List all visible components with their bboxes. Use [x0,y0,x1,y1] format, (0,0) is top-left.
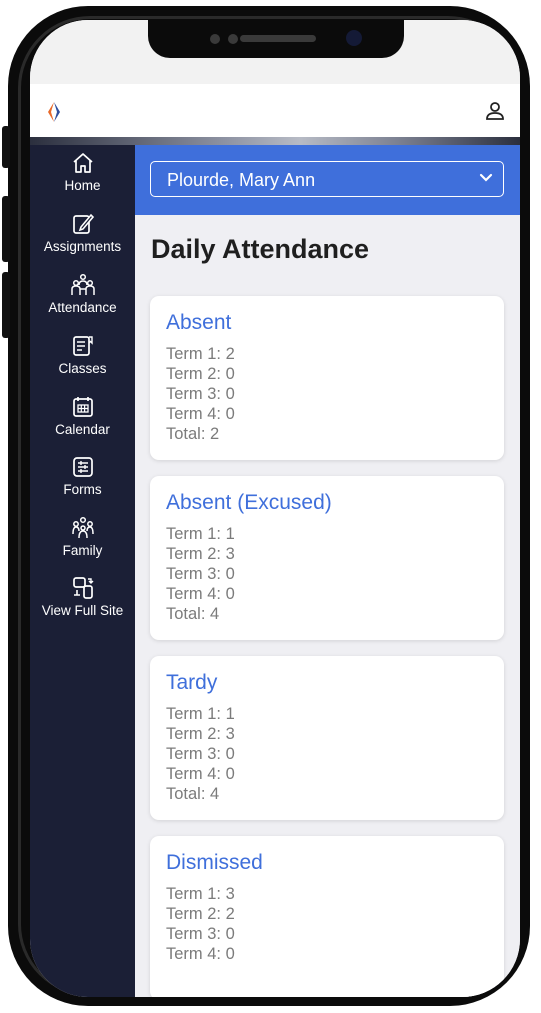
attendance-card-absent-excused: Absent (Excused) Term 1: 1 Term 2: 3 Ter… [150,476,504,640]
student-selector-bar: Plourde, Mary Ann [135,145,520,215]
sidebar-item-label: Family [62,543,103,558]
sidebar-item-calendar[interactable]: Calendar [30,395,135,438]
family-icon [71,516,94,539]
phone-screen: Home Assignments Attendance Classes Cale… [30,20,520,997]
sidebar-item-classes[interactable]: Classes [30,334,135,377]
brand-logo-icon[interactable] [45,101,63,128]
sidebar-item-label: Home [64,178,101,193]
sidebar-item-home[interactable]: Home [30,151,135,194]
home-icon [72,153,93,173]
card-term-list: Term 1: 1 Term 2: 3 Term 3: 0 Term 4: 0 … [166,524,235,624]
sidebar-item-label: Attendance [48,300,117,315]
term-line: Term 3: 0 [166,745,235,763]
sidebar-item-family[interactable]: Family [30,516,135,559]
term-line: Term 1: 3 [166,885,235,903]
people-icon [70,273,95,295]
term-line: Term 3: 0 [166,925,235,943]
card-term-list: Term 1: 2 Term 2: 0 Term 3: 0 Term 4: 0 … [166,344,235,444]
pencil-paper-icon [72,213,94,234]
total-line: Total: 4 [166,605,220,623]
header-divider [30,137,520,145]
card-term-list: Term 1: 1 Term 2: 3 Term 3: 0 Term 4: 0 … [166,704,235,804]
sidebar-item-attendance[interactable]: Attendance [30,273,135,316]
term-line: Term 1: 1 [166,705,235,723]
card-title[interactable]: Dismissed [166,850,263,876]
term-line: Term 4: 0 [166,585,235,603]
user-icon[interactable] [485,101,505,126]
term-line: Term 4: 0 [166,765,235,783]
term-line: Term 2: 2 [166,905,235,923]
calendar-icon [72,397,93,417]
sidebar-item-label: Classes [58,361,107,376]
main-content: Plourde, Mary Ann Daily Attendance Absen… [135,145,520,997]
attendance-card-tardy: Tardy Term 1: 1 Term 2: 3 Term 3: 0 Term… [150,656,504,820]
term-line: Term 1: 1 [166,525,235,543]
sensor-dot [228,34,238,44]
student-select-value: Plourde, Mary Ann [167,170,316,190]
term-line: Term 4: 0 [166,945,235,963]
term-line: Term 2: 3 [166,545,235,563]
phone-side-button [2,272,10,338]
sidebar-item-label: Calendar [55,422,110,437]
card-term-list: Term 1: 3 Term 2: 2 Term 3: 0 Term 4: 0 [166,884,235,964]
term-line: Term 3: 0 [166,385,235,403]
sidebar-nav: Home Assignments Attendance Classes Cale… [30,145,135,997]
phone-notch [148,20,404,58]
term-line: Term 3: 0 [166,565,235,583]
sidebar-item-label: View Full Site [41,603,124,618]
card-title[interactable]: Absent [166,310,231,336]
card-title[interactable]: Tardy [166,670,217,696]
sidebar-item-label: Forms [63,482,102,497]
form-icon [72,457,93,477]
phone-side-button [2,126,10,168]
attendance-card-absent: Absent Term 1: 2 Term 2: 0 Term 3: 0 Ter… [150,296,504,460]
phone-side-button [2,196,10,262]
sidebar-item-label: Assignments [43,239,122,254]
term-line: Term 4: 0 [166,405,235,423]
total-line: Total: 2 [166,425,220,443]
total-line: Total: 4 [166,785,220,803]
devices-icon [72,577,93,599]
sensor-dot [210,34,220,44]
chevron-down-icon [479,173,493,182]
term-line: Term 2: 3 [166,725,235,743]
sidebar-item-view-full-site[interactable]: View Full Site [30,576,135,619]
app-header [30,84,520,138]
student-select[interactable]: Plourde, Mary Ann [150,161,504,197]
term-line: Term 1: 2 [166,345,235,363]
term-line: Term 2: 0 [166,365,235,383]
speaker-grille [240,35,316,42]
document-icon [72,336,93,356]
sidebar-item-assignments[interactable]: Assignments [30,212,135,255]
front-camera [346,30,362,46]
sidebar-item-forms[interactable]: Forms [30,455,135,498]
card-title[interactable]: Absent (Excused) [166,490,332,516]
attendance-card-dismissed: Dismissed Term 1: 3 Term 2: 2 Term 3: 0 … [150,836,504,997]
page-title: Daily Attendance [151,234,370,264]
